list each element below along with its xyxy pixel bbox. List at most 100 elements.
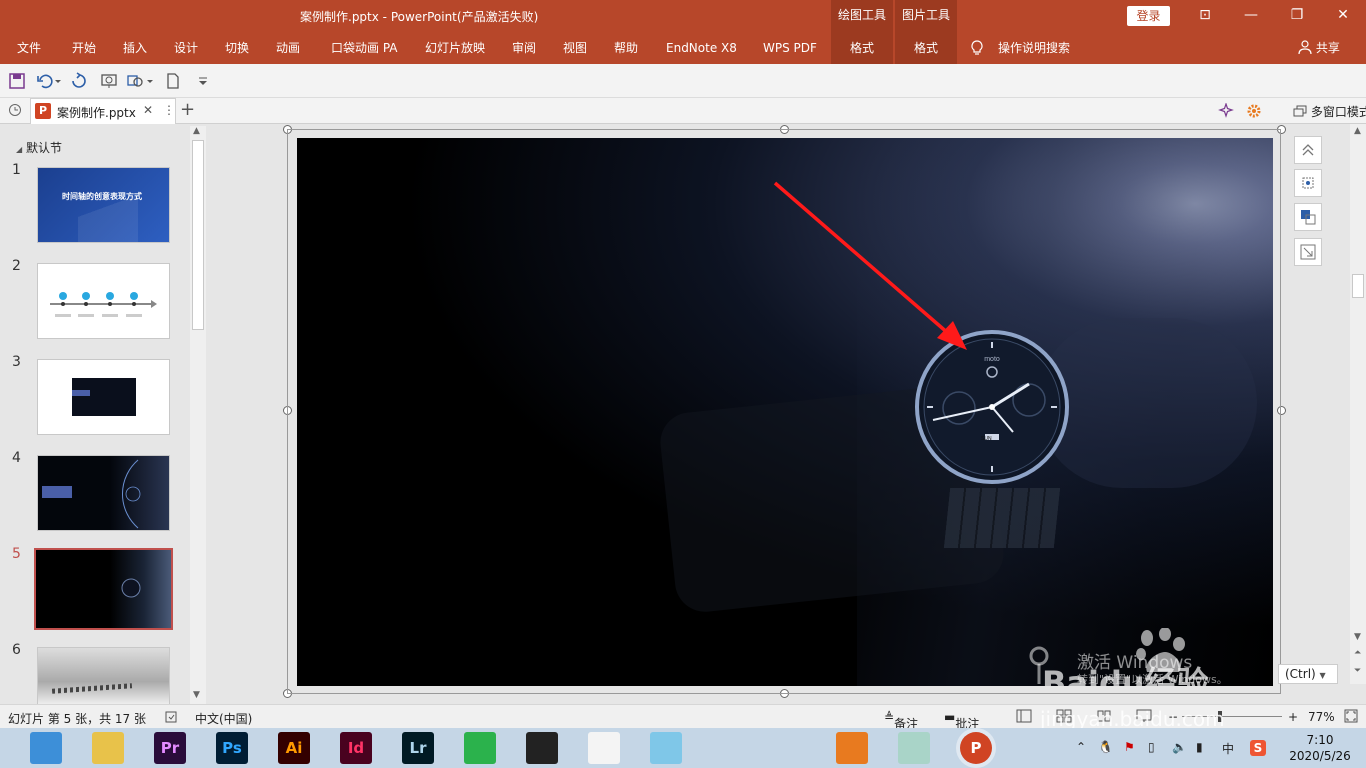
signal-icon[interactable]: ▮: [1196, 740, 1203, 754]
slide-thumbnail-3[interactable]: [37, 359, 170, 435]
undo-dropdown-icon[interactable]: [54, 72, 62, 90]
customize-qat-icon[interactable]: [194, 72, 212, 90]
tab-format-picture[interactable]: 格式: [895, 32, 957, 64]
green-app-icon[interactable]: [464, 732, 496, 764]
fit-to-window-icon[interactable]: [1344, 709, 1358, 723]
ribbon-display-button[interactable]: ⊡: [1182, 0, 1228, 32]
slide-thumbnail-6[interactable]: [37, 647, 170, 705]
slides-pane-scrollbar[interactable]: ▲ ▼: [190, 126, 206, 704]
section-header[interactable]: ◢ 默认节: [16, 139, 62, 156]
magic-icon[interactable]: [1218, 103, 1234, 119]
next-slide-icon[interactable]: ⏷: [1354, 666, 1361, 676]
tab-endnote[interactable]: EndNote X8: [666, 32, 737, 64]
illustrator-app-icon[interactable]: Ai: [278, 732, 310, 764]
volume-icon[interactable]: 🔈: [1172, 740, 1187, 754]
arrange-button[interactable]: [1294, 203, 1322, 231]
battery-icon[interactable]: ▯: [1148, 740, 1155, 754]
settings-gear-icon[interactable]: [1246, 103, 1262, 119]
tab-view[interactable]: 视图: [563, 32, 587, 64]
firefox-app-icon[interactable]: [836, 732, 868, 764]
tab-file[interactable]: 文件: [17, 32, 41, 64]
shapes-dropdown-icon[interactable]: [146, 72, 154, 90]
resize-handle-tr[interactable]: [1277, 125, 1286, 134]
sogou-ime-icon[interactable]: S: [1250, 740, 1266, 756]
close-button[interactable]: ✕: [1320, 0, 1366, 32]
close-tab-icon[interactable]: ✕: [143, 103, 153, 117]
bird-app-icon[interactable]: [650, 732, 682, 764]
lightroom-app-icon[interactable]: Lr: [402, 732, 434, 764]
scrollbar-thumb[interactable]: [192, 140, 204, 330]
indesign-app-icon[interactable]: Id: [340, 732, 372, 764]
zoom-level[interactable]: 77%: [1308, 710, 1335, 724]
comments-button[interactable]: ▬ 批注: [944, 710, 979, 731]
login-button[interactable]: 登录: [1127, 6, 1170, 26]
scroll-down-icon[interactable]: ▼: [193, 690, 200, 700]
resize-handle-t[interactable]: [780, 125, 789, 134]
colorful-app-icon[interactable]: [588, 732, 620, 764]
save-icon[interactable]: [8, 72, 26, 90]
tab-format-drawing[interactable]: 格式: [831, 32, 893, 64]
system-clock[interactable]: 7:10 2020/5/26: [1285, 732, 1355, 764]
tab-review[interactable]: 审阅: [512, 32, 536, 64]
tab-insert[interactable]: 插入: [123, 32, 147, 64]
slideshow-from-start-icon[interactable]: [100, 72, 118, 90]
slide-thumbnail-1[interactable]: 时间轴的创意表现方式: [37, 167, 170, 243]
tell-me-search[interactable]: 操作说明搜索: [998, 32, 1070, 64]
normal-view-icon[interactable]: [1016, 709, 1032, 723]
ime-indicator[interactable]: 中: [1222, 740, 1234, 757]
redo-icon[interactable]: [70, 72, 88, 90]
undo-icon[interactable]: [36, 72, 54, 90]
browser-app-icon[interactable]: [30, 732, 62, 764]
crop-button[interactable]: [1294, 238, 1322, 266]
collapse-up-button[interactable]: [1294, 136, 1322, 164]
scroll-down-icon[interactable]: ▼: [1354, 632, 1361, 642]
resize-handle-r[interactable]: [1277, 406, 1286, 415]
resize-handle-bl[interactable]: [283, 689, 292, 698]
canvas-scrollbar[interactable]: ▲ ▼ ⏶ ⏷: [1350, 124, 1366, 684]
tab-pocket-animation[interactable]: 口袋动画 PA: [331, 32, 398, 64]
scroll-up-icon[interactable]: ▲: [1354, 126, 1361, 136]
previous-slide-icon[interactable]: ⏶: [1354, 648, 1361, 658]
chrome-app-icon[interactable]: [774, 732, 806, 764]
language-indicator[interactable]: 中文(中国): [195, 710, 252, 727]
add-tab-button[interactable]: +: [180, 99, 195, 120]
tab-animations[interactable]: 动画: [276, 32, 300, 64]
slide-thumbnail-5[interactable]: [34, 548, 173, 630]
tab-wps-pdf[interactable]: WPS PDF: [763, 32, 817, 64]
file-history-icon[interactable]: [8, 103, 22, 117]
tray-expand-icon[interactable]: ⌃: [1076, 740, 1086, 754]
file-explorer-app-icon[interactable]: [92, 732, 124, 764]
notepad-app-icon[interactable]: [898, 732, 930, 764]
multi-window-button[interactable]: 多窗口模式: [1293, 103, 1366, 120]
new-file-icon[interactable]: [164, 72, 182, 90]
tab-home[interactable]: 开始: [72, 32, 96, 64]
network-warning-icon[interactable]: ⚑: [1124, 740, 1135, 754]
powerpoint-app-icon[interactable]: P: [960, 732, 992, 764]
minimize-button[interactable]: —: [1228, 0, 1274, 32]
scroll-up-icon[interactable]: ▲: [193, 126, 200, 136]
scrollbar-thumb[interactable]: [1352, 274, 1364, 298]
notes-button[interactable]: ≜ 备注: [884, 710, 918, 731]
current-slide[interactable]: moto SUN 激活 Windows 转到"设置"以激活 Windows。 B…: [297, 138, 1273, 686]
shapes-icon[interactable]: [126, 72, 144, 90]
restore-button[interactable]: ❐: [1274, 0, 1320, 32]
resize-handle-tl[interactable]: [283, 125, 292, 134]
paste-options-button[interactable]: (Ctrl) ▼: [1278, 664, 1338, 684]
premiere-app-icon[interactable]: Pr: [154, 732, 186, 764]
video-app-icon[interactable]: [526, 732, 558, 764]
tab-help[interactable]: 帮助: [614, 32, 638, 64]
accessibility-icon[interactable]: [164, 710, 178, 724]
tab-slideshow[interactable]: 幻灯片放映: [425, 32, 485, 64]
zoom-in-button[interactable]: +: [1288, 710, 1298, 724]
tab-transitions[interactable]: 切换: [225, 32, 249, 64]
qq-tray-icon[interactable]: 🐧: [1098, 740, 1113, 754]
share-button[interactable]: 共享: [1298, 32, 1340, 64]
qq-app-icon[interactable]: [712, 732, 744, 764]
resize-handle-l[interactable]: [283, 406, 292, 415]
tab-design[interactable]: 设计: [174, 32, 198, 64]
slide-thumbnail-2[interactable]: [37, 263, 170, 339]
photoshop-app-icon[interactable]: Ps: [216, 732, 248, 764]
position-button[interactable]: [1294, 169, 1322, 197]
document-tab[interactable]: P 案例制作.pptx ✕ ⋮: [30, 98, 176, 124]
slide-thumbnail-4[interactable]: [37, 455, 170, 531]
